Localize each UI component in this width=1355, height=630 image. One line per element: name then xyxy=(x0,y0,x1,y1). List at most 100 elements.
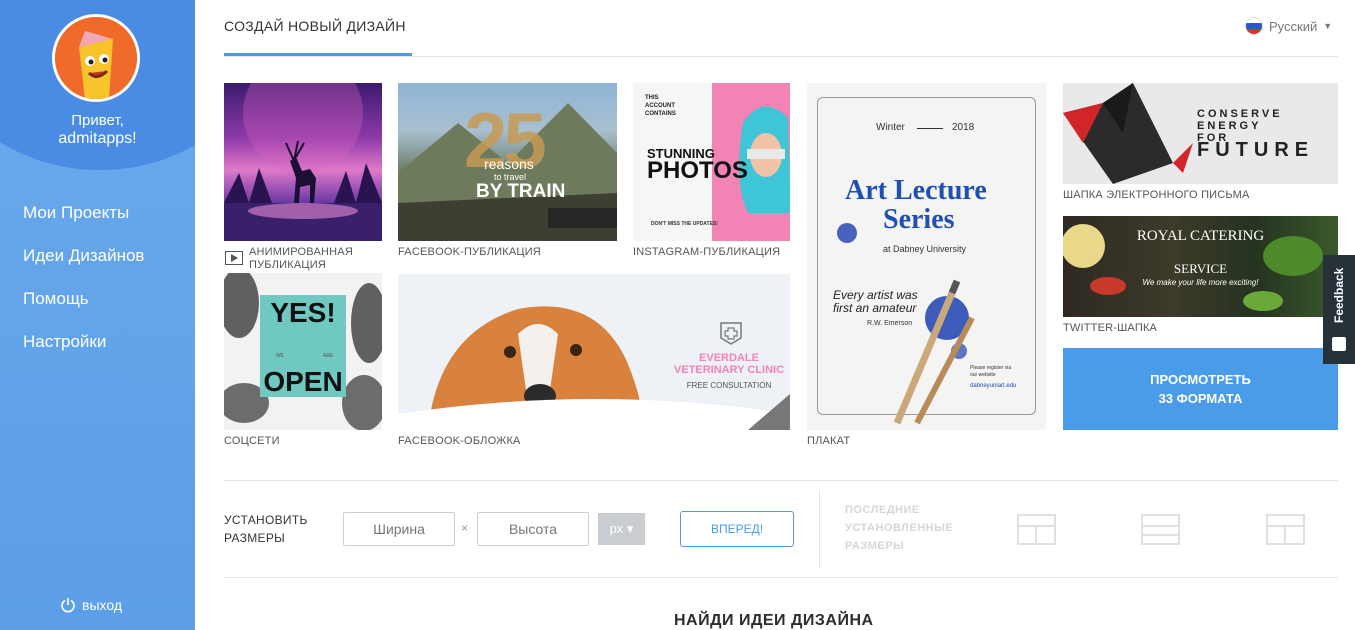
set-size-label: УСТАНОВИТЬ РАЗМЕРЫ xyxy=(224,511,308,547)
template-email-header[interactable]: CONSERVE ENERGY FOR FUTURE xyxy=(1063,83,1338,184)
sidebar-item-settings[interactable]: Настройки xyxy=(23,329,144,372)
social-small-2: ARE xyxy=(323,353,334,359)
logout-label: выход xyxy=(82,597,122,613)
find-design-ideas-heading: НАЙДИ ИДЕИ ДИЗАЙНА xyxy=(674,612,874,629)
animated-post-caption-line2: ПУБЛИКАЦИЯ xyxy=(249,259,326,271)
sidebar-nav: Мои Проекты Идеи Дизайнов Помощь Настрой… xyxy=(23,200,144,372)
ig-big-text2: PHOTOS xyxy=(647,157,748,184)
template-twitter-header[interactable]: ROYAL CATERING SERVICE We make your life… xyxy=(1063,216,1338,317)
recent-sizes-line2: УСТАНОВЛЕННЫЕ xyxy=(845,522,954,534)
email-line1: CONSERVE xyxy=(1197,108,1283,120)
recent-sizes-label: ПОСЛЕДНИЕ УСТАНОВЛЕННЫЕ РАЗМЕРЫ xyxy=(845,501,953,555)
tw-tagline: We make your life more exciting! xyxy=(1142,278,1259,287)
sidebar-item-my-projects[interactable]: Мои Проекты xyxy=(23,200,144,243)
facebook-cover-caption: FACEBOOK-ОБЛОЖКА xyxy=(398,435,521,447)
language-label: Русский xyxy=(1269,18,1318,34)
unit-select[interactable]: px ▾ xyxy=(598,513,645,545)
feedback-label: Feedback xyxy=(1332,267,1346,323)
view-formats-line2: 33 ФОРМАТА xyxy=(1158,391,1243,406)
feedback-smile-icon xyxy=(1332,337,1346,351)
vet-cross-icon xyxy=(720,322,742,345)
poster-caption: ПЛАКАТ xyxy=(807,435,851,447)
instagram-post-caption: INSTAGRAM-ПУБЛИКАЦИЯ xyxy=(633,246,781,258)
ig-small-line1: THIS xyxy=(645,95,659,101)
cover-subtitle: FREE CONSULTATION xyxy=(686,381,772,390)
logout-button[interactable]: выход xyxy=(60,597,122,613)
power-icon xyxy=(61,598,75,613)
poster-rule xyxy=(917,128,943,129)
poster-quote-2: first an amateur xyxy=(833,301,917,315)
poster-author: R.W. Emerson xyxy=(867,320,913,327)
facebook-post-caption: FACEBOOK-ПУБЛИКАЦИЯ xyxy=(398,246,541,258)
social-media-caption: СОЦСЕТИ xyxy=(224,435,280,447)
email-line2: ENERGY xyxy=(1197,120,1262,132)
recent-size-layout-icon[interactable] xyxy=(1017,514,1056,545)
poster-register-line2: our website xyxy=(970,372,996,378)
recent-sizes-line3: РАЗМЕРЫ xyxy=(845,540,905,552)
recent-size-layout-icon[interactable] xyxy=(1141,514,1180,545)
tab-create-new-design[interactable]: СОЗДАЙ НОВЫЙ ДИЗАЙН xyxy=(224,18,406,34)
tw-title-1: ROYAL CATERING xyxy=(1136,228,1265,244)
recent-size-layout-icon[interactable] xyxy=(1266,514,1305,545)
cover-title-1: EVERDALE xyxy=(699,352,759,364)
chevron-down-icon: ▼ xyxy=(1323,21,1333,31)
size-bar-divider-top xyxy=(224,480,1338,481)
fb-post-word1: reasons xyxy=(484,156,534,172)
poster-title-2: Series xyxy=(883,204,955,235)
poster-quote-1: Every artist was xyxy=(833,288,918,302)
recent-sizes-line1: ПОСЛЕДНИЕ xyxy=(845,504,920,516)
play-icon xyxy=(225,251,243,265)
times-sign: × xyxy=(461,521,469,535)
poster-register: Please register via our website xyxy=(970,365,1011,379)
language-selector[interactable]: Русский ▼ xyxy=(1245,17,1332,35)
avatar[interactable] xyxy=(52,14,140,102)
social-small-1: WE xyxy=(276,353,285,359)
username: admitapps! xyxy=(58,130,137,147)
poster-site: dabneyuniart.edu xyxy=(970,383,1017,389)
email-header-caption: ШАПКА ЭЛЕКТРОННОГО ПИСЬМА xyxy=(1063,189,1250,201)
template-animated-post[interactable] xyxy=(224,83,382,241)
deer-night-illustration xyxy=(224,83,382,241)
size-bar-divider-bottom xyxy=(224,577,1338,578)
russia-flag-icon xyxy=(1245,17,1263,35)
set-size-label-line2: РАЗМЕРЫ xyxy=(224,531,286,545)
poster-season: Winter xyxy=(876,122,905,133)
sidebar: Привет, admitapps! Мои Проекты Идеи Диза… xyxy=(0,0,195,630)
cover-title-2: VETERINARY CLINIC xyxy=(674,364,785,376)
poster-title-1: Art Lecture xyxy=(845,175,987,206)
poster-year: 2018 xyxy=(952,122,975,133)
view-formats-line1: ПРОСМОТРЕТЬ xyxy=(1150,372,1251,387)
sidebar-item-design-ideas[interactable]: Идеи Дизайнов xyxy=(23,243,144,286)
size-bar-vertical-divider xyxy=(819,490,820,568)
go-button[interactable]: ВПЕРЕД! xyxy=(680,511,794,547)
twitter-header-caption: TWITTER-ШАПКА xyxy=(1063,322,1158,334)
template-instagram-post[interactable]: THIS ACCOUNT CONTAINS STUNNING PHOTOS DO… xyxy=(633,83,790,241)
width-input[interactable] xyxy=(343,512,455,546)
poster-subtitle: at Dabney University xyxy=(883,244,967,254)
animated-post-caption-line1: АНИМИРОВАННАЯ xyxy=(249,246,353,258)
ig-small-line3: CONTAINS xyxy=(645,111,676,117)
woman-blue-hair-illustration xyxy=(739,106,790,213)
social-word-1: YES! xyxy=(270,297,336,328)
email-line4: FUTURE xyxy=(1197,139,1315,161)
tw-title-2: SERVICE xyxy=(1173,261,1228,276)
header-divider xyxy=(224,56,1338,57)
template-facebook-cover[interactable]: EVERDALE VETERINARY CLINIC FREE CONSULTA… xyxy=(398,274,790,430)
ig-small-text: THIS ACCOUNT CONTAINS xyxy=(645,94,676,118)
template-social-media[interactable]: YES! WE ARE OPEN xyxy=(224,273,382,430)
social-word-2: OPEN xyxy=(263,366,343,397)
feedback-tab[interactable]: Feedback xyxy=(1323,255,1355,364)
view-33-formats-button[interactable]: ПРОСМОТРЕТЬ 33 ФОРМАТА xyxy=(1063,348,1338,430)
template-facebook-post[interactable]: 25 reasons to travel BY TRAIN xyxy=(398,83,617,241)
ig-small-line2: ACCOUNT xyxy=(645,103,675,109)
set-size-label-line1: УСТАНОВИТЬ xyxy=(224,513,308,527)
greeting: Привет, xyxy=(71,112,124,129)
origami-bird-illustration xyxy=(1063,83,1193,184)
poster-register-line1: Please register via xyxy=(970,365,1012,371)
height-input[interactable] xyxy=(477,512,589,546)
pencil-mascot-icon xyxy=(55,17,137,99)
fb-post-word3: BY TRAIN xyxy=(476,181,566,202)
ig-footer-text: DON'T MISS THE UPDATES! xyxy=(651,221,718,227)
template-poster[interactable]: Winter 2018 Art Lecture Series at Dabney… xyxy=(807,83,1046,430)
sidebar-item-help[interactable]: Помощь xyxy=(23,286,144,329)
